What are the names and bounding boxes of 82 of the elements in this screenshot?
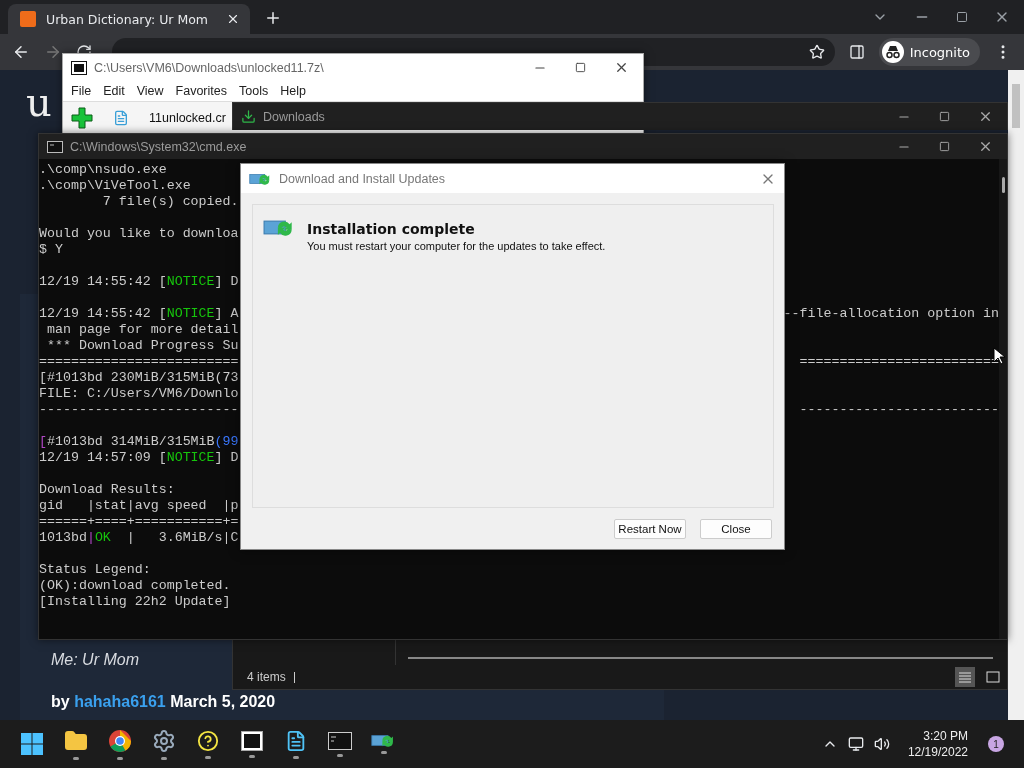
console-app-icon[interactable] bbox=[328, 731, 352, 750]
notepad-icon[interactable] bbox=[285, 729, 307, 752]
console-line: ------------------------- bbox=[799, 402, 999, 418]
archive-app-icon[interactable] bbox=[241, 730, 263, 751]
item-count: 4 items bbox=[247, 670, 286, 684]
downloads-title-bar: Downloads bbox=[232, 102, 1008, 130]
folder-icon[interactable] bbox=[64, 728, 88, 753]
menu-item[interactable]: Help bbox=[274, 84, 312, 98]
scrollbar[interactable] bbox=[1008, 70, 1024, 720]
console-line: 12/19 14:55:42 [NOTICE] D bbox=[39, 274, 239, 290]
console-line: 12/19 14:57:09 [NOTICE] D bbox=[39, 450, 239, 466]
console-line: $ Y bbox=[39, 242, 63, 258]
console-line: Status Legend: bbox=[39, 562, 151, 578]
close-button[interactable]: Close bbox=[700, 518, 772, 539]
console-line: FILE: C:/Users/VM6/Downlo bbox=[39, 386, 239, 402]
incognito-icon bbox=[884, 45, 901, 59]
maximize-icon[interactable] bbox=[939, 141, 950, 152]
browser-tab[interactable]: Urban Dictionary: Ur Mom bbox=[8, 4, 250, 34]
star-icon[interactable] bbox=[808, 44, 825, 60]
example-quote: Me: Ur Mom bbox=[51, 651, 140, 669]
console-line: (OK):download completed. bbox=[39, 578, 231, 594]
console-line: .\comp\nsudo.exe bbox=[39, 162, 167, 178]
menu-item[interactable]: File bbox=[65, 84, 98, 98]
reload-icon[interactable] bbox=[76, 42, 92, 55]
console-app-icon bbox=[47, 140, 63, 153]
download-icon bbox=[241, 109, 256, 124]
console-line: man page for more detail bbox=[45, 322, 239, 338]
close-icon[interactable] bbox=[614, 60, 629, 75]
volume-icon[interactable] bbox=[873, 736, 890, 752]
clock[interactable]: 3:20 PM 12/19/2022 bbox=[907, 728, 968, 760]
console-line: [Installing 22h2 Update] bbox=[39, 594, 231, 610]
chrome-icon[interactable] bbox=[108, 728, 132, 753]
plus-icon[interactable] bbox=[264, 9, 282, 27]
restart-button[interactable]: Restart Now bbox=[614, 518, 686, 539]
console-line: *** Download Progress Su bbox=[45, 338, 239, 354]
dialog-message: You must restart your computer for the updates to take effect. bbox=[307, 240, 606, 252]
console-line: 7 file(s) copied. bbox=[101, 194, 239, 210]
details-view-icon[interactable] bbox=[955, 667, 975, 687]
site-logo[interactable]: u bbox=[26, 80, 52, 124]
maximize-icon[interactable] bbox=[939, 111, 950, 122]
horizontal-scrollbar[interactable] bbox=[408, 657, 993, 659]
menu-item[interactable]: Tools bbox=[233, 84, 275, 98]
back-icon[interactable] bbox=[12, 43, 30, 61]
console-line: gid |stat|avg speed |p bbox=[39, 498, 239, 514]
site-icon bbox=[20, 11, 36, 27]
close-icon[interactable] bbox=[226, 12, 240, 26]
console-line: ========================= bbox=[39, 354, 239, 370]
update-dialog: Download and Install Updates Installation complete You must restart your computer for the updates to take effect. Restart Now Close bbox=[240, 163, 785, 550]
console-line: [#1013bd 314MiB/315MiB(99 bbox=[39, 434, 239, 450]
console-line: .\comp\ViVeTool.exe bbox=[39, 178, 191, 194]
side-panel-icon[interactable] bbox=[848, 44, 865, 60]
console-line: 1013bd|OK | 3.6MiB/s|C bbox=[39, 530, 239, 546]
forward-icon[interactable] bbox=[44, 43, 62, 61]
menu-item[interactable]: Edit bbox=[97, 84, 131, 98]
author-link[interactable]: hahaha6161 bbox=[74, 693, 166, 710]
console-line: ========================= bbox=[799, 354, 999, 370]
network-icon[interactable] bbox=[847, 736, 864, 752]
help-icon[interactable] bbox=[197, 729, 219, 752]
start-icon[interactable] bbox=[21, 733, 43, 755]
menu-item[interactable]: View bbox=[130, 84, 170, 98]
restore-icon[interactable] bbox=[956, 11, 968, 23]
file-icon bbox=[113, 110, 129, 126]
byline: by hahaha6161 March 5, 2020 bbox=[51, 693, 277, 711]
notification-badge[interactable]: 1 bbox=[988, 736, 1004, 752]
incognito-button[interactable]: Incognito bbox=[878, 38, 980, 66]
console-line: --file-allocation option in bbox=[783, 306, 999, 322]
close-icon[interactable] bbox=[978, 109, 993, 124]
console-line: ======+====+===========+= bbox=[39, 514, 239, 530]
console-line: ------------------------- bbox=[39, 402, 239, 418]
scrollbar[interactable] bbox=[999, 159, 1007, 639]
file-name[interactable]: 11unlocked.cr bbox=[149, 111, 226, 125]
close-icon[interactable] bbox=[978, 139, 993, 154]
maximize-icon[interactable] bbox=[575, 62, 586, 73]
settings-icon[interactable] bbox=[152, 728, 176, 753]
console-line: [#1013bd 230MiB/315MiB(73 bbox=[39, 370, 239, 386]
archive-app-icon bbox=[71, 60, 87, 75]
add-icon[interactable] bbox=[71, 107, 93, 129]
console-line: Download Results: bbox=[39, 482, 175, 498]
dialog-heading: Installation complete bbox=[307, 221, 476, 237]
menu-item[interactable]: Favorites bbox=[169, 84, 233, 98]
console-line: Would you like to downloa bbox=[39, 226, 239, 242]
console-line: 12/19 14:55:42 [NOTICE] A bbox=[39, 306, 239, 322]
